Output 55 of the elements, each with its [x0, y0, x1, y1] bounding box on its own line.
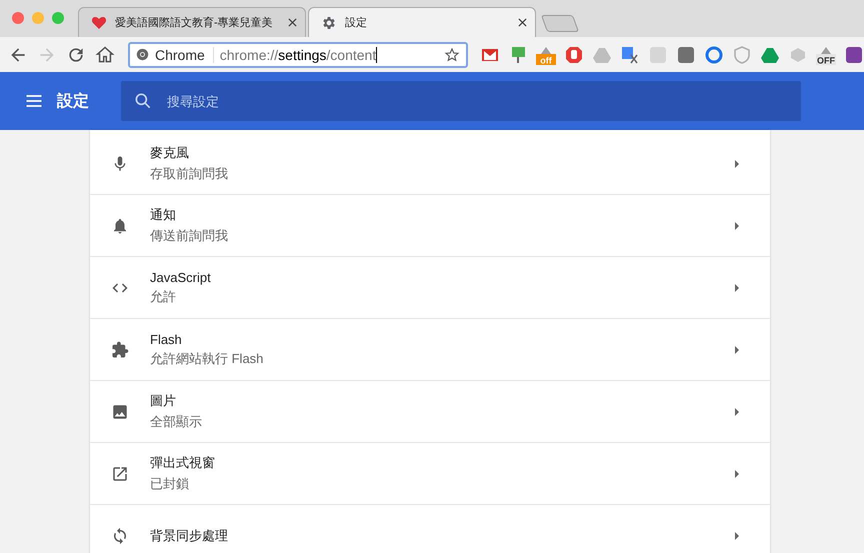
tab-title: 設定 [345, 16, 368, 30]
browser-tab[interactable]: 愛美語國際語文教育-專業兒童美 [78, 7, 306, 37]
page-title: 設定 [57, 91, 90, 112]
bell-icon [111, 216, 129, 234]
close-window-button[interactable] [12, 12, 24, 24]
row-subtitle: 已封鎖 [150, 475, 190, 493]
row-title: Flash [150, 332, 183, 346]
row-title: 圖片 [150, 392, 177, 410]
stop-hand-icon[interactable] [564, 44, 584, 64]
row-subtitle: 全部顯示 [150, 413, 203, 431]
settings-row[interactable]: 彈出式視窗 已封鎖 [90, 443, 770, 505]
home-icon[interactable] [95, 44, 115, 64]
caret-icon [734, 406, 740, 416]
site-chip: Chrome [155, 46, 214, 62]
open-in-new-icon [111, 464, 129, 482]
url-text: chrome://settings/content [220, 46, 376, 62]
settings-row[interactable]: 通知 傳送前詢問我 [90, 195, 770, 257]
row-title: JavaScript [150, 270, 212, 284]
settings-row[interactable]: 背景同步處理 [90, 505, 770, 553]
search-icon [133, 91, 153, 111]
square-icon[interactable] [676, 44, 696, 64]
caret-icon [734, 282, 740, 292]
close-icon[interactable] [518, 18, 527, 27]
caret-icon [734, 220, 740, 230]
settings-row[interactable]: 麥克風 存取前詢問我 [90, 133, 770, 195]
row-title: 通知 [150, 206, 177, 224]
row-title: 彈出式視窗 [150, 454, 216, 472]
caret-icon [734, 344, 740, 354]
sync-arrows-icon [111, 526, 129, 544]
caret-icon [734, 158, 740, 168]
row-subtitle: 允許網站執行 Flash [150, 350, 264, 368]
row-subtitle: 存取前詢問我 [150, 165, 229, 183]
ring-icon[interactable] [704, 44, 724, 64]
row-subtitle: 傳送前詢問我 [150, 227, 229, 245]
chrome-logo-icon [136, 48, 149, 61]
settings-row[interactable]: Flash 允許網站執行 Flash [90, 319, 770, 381]
gear-icon [321, 14, 337, 30]
address-bar[interactable]: Chrome chrome://settings/content [128, 42, 468, 68]
caret-icon [734, 468, 740, 478]
translate-icon[interactable] [620, 44, 640, 64]
row-title: 背景同步處理 [150, 526, 229, 544]
row-subtitle: 允許 [150, 288, 177, 306]
caret-icon [734, 530, 740, 540]
settings-row[interactable]: JavaScript 允許 [90, 257, 770, 319]
settings-row[interactable]: 圖片 全部顯示 [90, 381, 770, 443]
search-field[interactable]: 搜尋設定 [121, 81, 801, 121]
row-title: 麥克風 [150, 144, 190, 162]
heart-icon [91, 14, 107, 30]
image-icon [111, 402, 129, 420]
puzzle-piece-icon [111, 340, 129, 358]
close-icon[interactable] [288, 18, 297, 27]
browser-tab[interactable]: 設定 [308, 7, 536, 37]
tab-title: 愛美語國際語文教育-專業兒童美 [115, 16, 274, 30]
bookmark-star-icon[interactable] [444, 46, 460, 62]
square-icon[interactable] [844, 44, 864, 64]
